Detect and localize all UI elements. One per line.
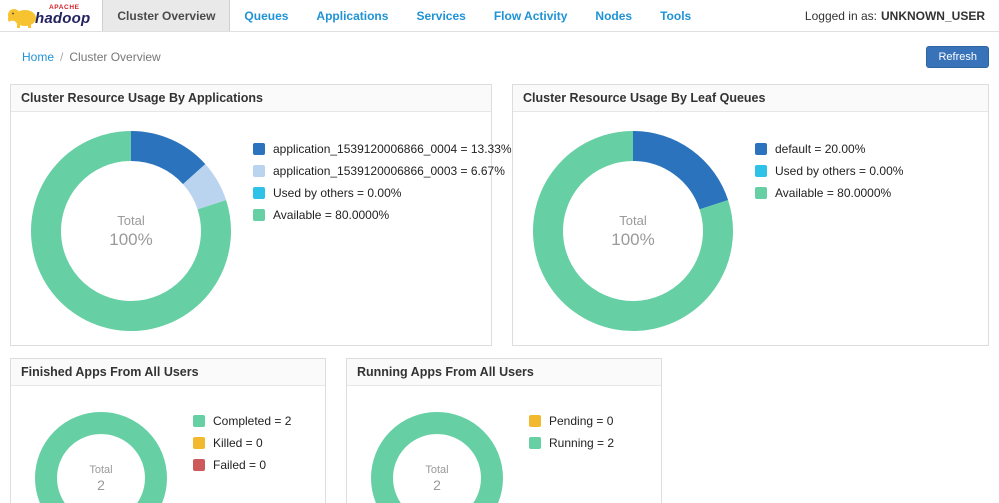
logged-in-username: UNKNOWN_USER — [881, 9, 985, 23]
legend-swatch — [529, 415, 541, 427]
logged-in-prefix: Logged in as: — [805, 9, 877, 23]
legend-item: Available = 80.0000% — [253, 208, 512, 222]
breadcrumb-separator: / — [60, 50, 63, 64]
hadoop-logo-text: APACHE hadoop — [35, 5, 90, 27]
panel-title: Cluster Resource Usage By Applications — [11, 85, 491, 112]
legend-item: Available = 80.0000% — [755, 186, 903, 200]
breadcrumb-row: Home / Cluster Overview Refresh — [0, 32, 999, 68]
legend-item: Failed = 0 — [193, 458, 291, 472]
legend-item: Killed = 0 — [193, 436, 291, 450]
panel-running-apps: Running Apps From All Users Total 2 Pend… — [346, 358, 662, 503]
panel-body: Total 100% default = 20.00% Used by other… — [513, 112, 988, 345]
charts-row-bottom: Finished Apps From All Users Total 2 Com… — [0, 358, 999, 503]
tab-cluster-overview[interactable]: Cluster Overview — [102, 0, 230, 31]
donut-chart-running-apps: Total 2 — [361, 402, 513, 503]
legend-swatch — [193, 415, 205, 427]
panel-body: Total 2 Pending = 0 Running = 2 — [347, 386, 661, 503]
legend-item: application_1539120006866_0003 = 6.67% — [253, 164, 512, 178]
donut-chart-applications: Total 100% — [21, 121, 241, 341]
charts-row-top: Cluster Resource Usage By Applications T… — [0, 84, 999, 346]
panel-resource-usage-applications: Cluster Resource Usage By Applications T… — [10, 84, 492, 346]
legend-label: Completed = 2 — [213, 414, 291, 428]
logged-in-user: Logged in as: UNKNOWN_USER — [805, 0, 999, 31]
legend-swatch — [755, 187, 767, 199]
panel-body: Total 2 Completed = 2 Killed = 0 Failed = … — [11, 386, 325, 503]
legend-swatch — [193, 437, 205, 449]
legend-label: application_1539120006866_0003 = 6.67% — [273, 164, 505, 178]
legend-swatch — [755, 143, 767, 155]
legend-item: Used by others = 0.00% — [253, 186, 512, 200]
legend-label: Used by others = 0.00% — [273, 186, 401, 200]
tab-flow-activity[interactable]: Flow Activity — [480, 0, 582, 31]
legend-swatch — [253, 165, 265, 177]
tab-queues[interactable]: Queues — [230, 0, 302, 31]
logo-hadoop-label: hadoop — [35, 11, 90, 26]
refresh-button[interactable]: Refresh — [926, 46, 989, 68]
legend-swatch — [193, 459, 205, 471]
legend-item: default = 20.00% — [755, 142, 903, 156]
nav-tabs: Cluster Overview Queues Applications Ser… — [102, 0, 705, 31]
panel-body: Total 100% application_1539120006866_000… — [11, 112, 491, 345]
hadoop-logo[interactable]: APACHE hadoop — [0, 0, 102, 31]
panel-resource-usage-leaf-queues: Cluster Resource Usage By Leaf Queues To… — [512, 84, 989, 346]
legend-item: application_1539120006866_0004 = 13.33% — [253, 142, 512, 156]
legend-item: Running = 2 — [529, 436, 614, 450]
legend-label: application_1539120006866_0004 = 13.33% — [273, 142, 512, 156]
legend-swatch — [253, 187, 265, 199]
legend-label: default = 20.00% — [775, 142, 865, 156]
breadcrumb-home-link[interactable]: Home — [22, 50, 54, 64]
chart-legend: application_1539120006866_0004 = 13.33% a… — [253, 142, 512, 341]
legend-label: Available = 80.0000% — [775, 186, 891, 200]
top-navbar: APACHE hadoop Cluster Overview Queues Ap… — [0, 0, 999, 32]
breadcrumb-current: Cluster Overview — [69, 50, 160, 64]
legend-swatch — [253, 143, 265, 155]
legend-label: Running = 2 — [549, 436, 614, 450]
legend-label: Pending = 0 — [549, 414, 613, 428]
chart-legend: Completed = 2 Killed = 0 Failed = 0 — [193, 414, 291, 503]
panel-title: Cluster Resource Usage By Leaf Queues — [513, 85, 988, 112]
legend-label: Failed = 0 — [213, 458, 266, 472]
legend-label: Used by others = 0.00% — [775, 164, 903, 178]
legend-label: Killed = 0 — [213, 436, 263, 450]
tab-nodes[interactable]: Nodes — [581, 0, 646, 31]
page: APACHE hadoop Cluster Overview Queues Ap… — [0, 0, 999, 503]
chart-legend: Pending = 0 Running = 2 — [529, 414, 614, 503]
legend-item: Pending = 0 — [529, 414, 614, 428]
legend-item: Used by others = 0.00% — [755, 164, 903, 178]
legend-swatch — [529, 437, 541, 449]
breadcrumb: Home / Cluster Overview — [22, 50, 161, 64]
chart-legend: default = 20.00% Used by others = 0.00% Av… — [755, 142, 903, 341]
panel-title: Running Apps From All Users — [347, 359, 661, 386]
tab-services[interactable]: Services — [402, 0, 479, 31]
legend-swatch — [755, 165, 767, 177]
panel-title: Finished Apps From All Users — [11, 359, 325, 386]
legend-swatch — [253, 209, 265, 221]
legend-label: Available = 80.0000% — [273, 208, 389, 222]
donut-chart-leaf-queues: Total 100% — [523, 121, 743, 341]
panel-finished-apps: Finished Apps From All Users Total 2 Com… — [10, 358, 326, 503]
donut-chart-finished-apps: Total 2 — [25, 402, 177, 503]
tab-tools[interactable]: Tools — [646, 0, 705, 31]
legend-item: Completed = 2 — [193, 414, 291, 428]
tab-applications[interactable]: Applications — [302, 0, 402, 31]
